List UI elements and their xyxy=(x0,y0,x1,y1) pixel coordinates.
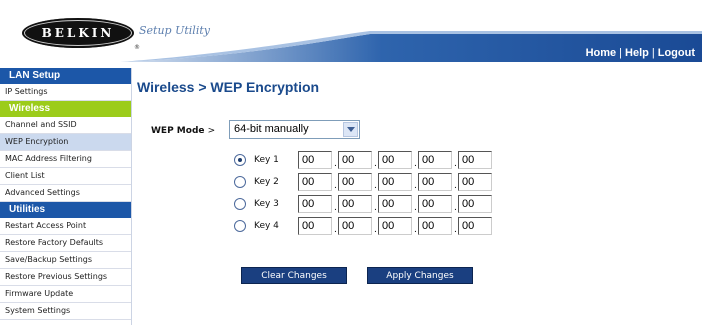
key-3-label: Key 3 xyxy=(254,199,279,209)
sidebar-item-system-settings[interactable]: System Settings xyxy=(0,303,131,320)
byte-separator: . xyxy=(374,203,377,213)
key-1-radio[interactable] xyxy=(234,154,246,166)
byte-separator: . xyxy=(454,225,457,235)
wep-mode-label-sep: > xyxy=(207,126,216,136)
byte-separator: . xyxy=(334,181,337,191)
sidebar-item-wep-encryption[interactable]: WEP Encryption xyxy=(0,134,131,151)
belkin-logo: BELKIN xyxy=(22,18,134,48)
page-title: Wireless > WEP Encryption xyxy=(137,79,320,95)
key-2-byte-4[interactable]: 00 xyxy=(418,173,452,191)
key-3-byte-1[interactable]: 00 xyxy=(298,195,332,213)
key-1-label: Key 1 xyxy=(254,155,279,165)
sidebar-item-firmware-update[interactable]: Firmware Update xyxy=(0,286,131,303)
byte-separator: . xyxy=(414,159,417,169)
key-2-byte-2[interactable]: 00 xyxy=(338,173,372,191)
key-4-label: Key 4 xyxy=(254,221,279,231)
key-4-byte-3[interactable]: 00 xyxy=(378,217,412,235)
key-1-byte-5[interactable]: 00 xyxy=(458,151,492,169)
sidebar-item-restart-ap[interactable]: Restart Access Point xyxy=(0,218,131,235)
key-3-byte-5[interactable]: 00 xyxy=(458,195,492,213)
byte-separator: . xyxy=(334,225,337,235)
wep-mode-select[interactable]: 64-bit manually xyxy=(229,120,360,139)
byte-separator: . xyxy=(414,203,417,213)
sidebar-heading-lan-setup: LAN Setup xyxy=(0,68,131,84)
key-4-byte-5[interactable]: 00 xyxy=(458,217,492,235)
sidebar-heading-utilities: Utilities xyxy=(0,202,131,218)
byte-separator: . xyxy=(454,159,457,169)
key-2-byte-3[interactable]: 00 xyxy=(378,173,412,191)
key-1-byte-2[interactable]: 00 xyxy=(338,151,372,169)
sidebar-nav: LAN Setup IP Settings Wireless Channel a… xyxy=(0,68,131,320)
byte-separator: . xyxy=(334,159,337,169)
help-link[interactable]: Help xyxy=(625,47,649,59)
key-row-2: Key 2 00 . 00 . 00 . 00 . 00 xyxy=(234,173,494,192)
byte-separator: . xyxy=(454,181,457,191)
logo-registered-mark: ® xyxy=(134,44,140,51)
setup-utility-tagline: Setup Utility xyxy=(139,24,210,37)
home-link[interactable]: Home xyxy=(586,47,617,59)
byte-separator: . xyxy=(454,203,457,213)
top-links: Home | Help | Logout xyxy=(586,47,695,59)
key-3-radio[interactable] xyxy=(234,198,246,210)
sidebar-divider xyxy=(131,68,132,325)
key-2-label: Key 2 xyxy=(254,177,279,187)
byte-separator: . xyxy=(374,181,377,191)
key-1-byte-3[interactable]: 00 xyxy=(378,151,412,169)
byte-separator: . xyxy=(334,203,337,213)
wep-mode-label-text: WEP Mode xyxy=(151,126,205,136)
logout-link[interactable]: Logout xyxy=(658,47,695,59)
key-4-byte-2[interactable]: 00 xyxy=(338,217,372,235)
key-1-byte-1[interactable]: 00 xyxy=(298,151,332,169)
wep-mode-label: WEP Mode > xyxy=(151,126,215,136)
key-3-byte-3[interactable]: 00 xyxy=(378,195,412,213)
header: BELKIN ® Setup Utility Home | Help | Logout xyxy=(0,0,702,62)
link-separator: | xyxy=(619,47,623,59)
sidebar-item-advanced-settings[interactable]: Advanced Settings xyxy=(0,185,131,202)
key-4-byte-4[interactable]: 00 xyxy=(418,217,452,235)
clear-changes-button[interactable]: Clear Changes xyxy=(241,267,347,284)
apply-changes-button[interactable]: Apply Changes xyxy=(367,267,473,284)
byte-separator: . xyxy=(374,159,377,169)
sidebar-heading-wireless: Wireless xyxy=(0,101,131,117)
byte-separator: . xyxy=(414,181,417,191)
wep-mode-value: 64-bit manually xyxy=(234,123,309,135)
key-3-byte-4[interactable]: 00 xyxy=(418,195,452,213)
sidebar-item-restore-defaults[interactable]: Restore Factory Defaults xyxy=(0,235,131,252)
sidebar-item-restore-previous[interactable]: Restore Previous Settings xyxy=(0,269,131,286)
key-2-byte-5[interactable]: 00 xyxy=(458,173,492,191)
key-2-byte-1[interactable]: 00 xyxy=(298,173,332,191)
key-row-3: Key 3 00 . 00 . 00 . 00 . 00 xyxy=(234,195,494,214)
key-3-byte-2[interactable]: 00 xyxy=(338,195,372,213)
chevron-down-icon[interactable] xyxy=(343,122,358,137)
link-separator: | xyxy=(651,47,655,59)
key-4-radio[interactable] xyxy=(234,220,246,232)
key-4-byte-1[interactable]: 00 xyxy=(298,217,332,235)
sidebar-item-channel-ssid[interactable]: Channel and SSID xyxy=(0,117,131,134)
byte-separator: . xyxy=(374,225,377,235)
key-2-radio[interactable] xyxy=(234,176,246,188)
key-row-1: Key 1 00 . 00 . 00 . 00 . 00 xyxy=(234,151,494,170)
sidebar-item-save-backup[interactable]: Save/Backup Settings xyxy=(0,252,131,269)
sidebar-item-ip-settings[interactable]: IP Settings xyxy=(0,84,131,101)
sidebar-item-client-list[interactable]: Client List xyxy=(0,168,131,185)
key-row-4: Key 4 00 . 00 . 00 . 00 . 00 xyxy=(234,217,494,236)
key-1-byte-4[interactable]: 00 xyxy=(418,151,452,169)
byte-separator: . xyxy=(414,225,417,235)
sidebar-item-mac-filtering[interactable]: MAC Address Filtering xyxy=(0,151,131,168)
